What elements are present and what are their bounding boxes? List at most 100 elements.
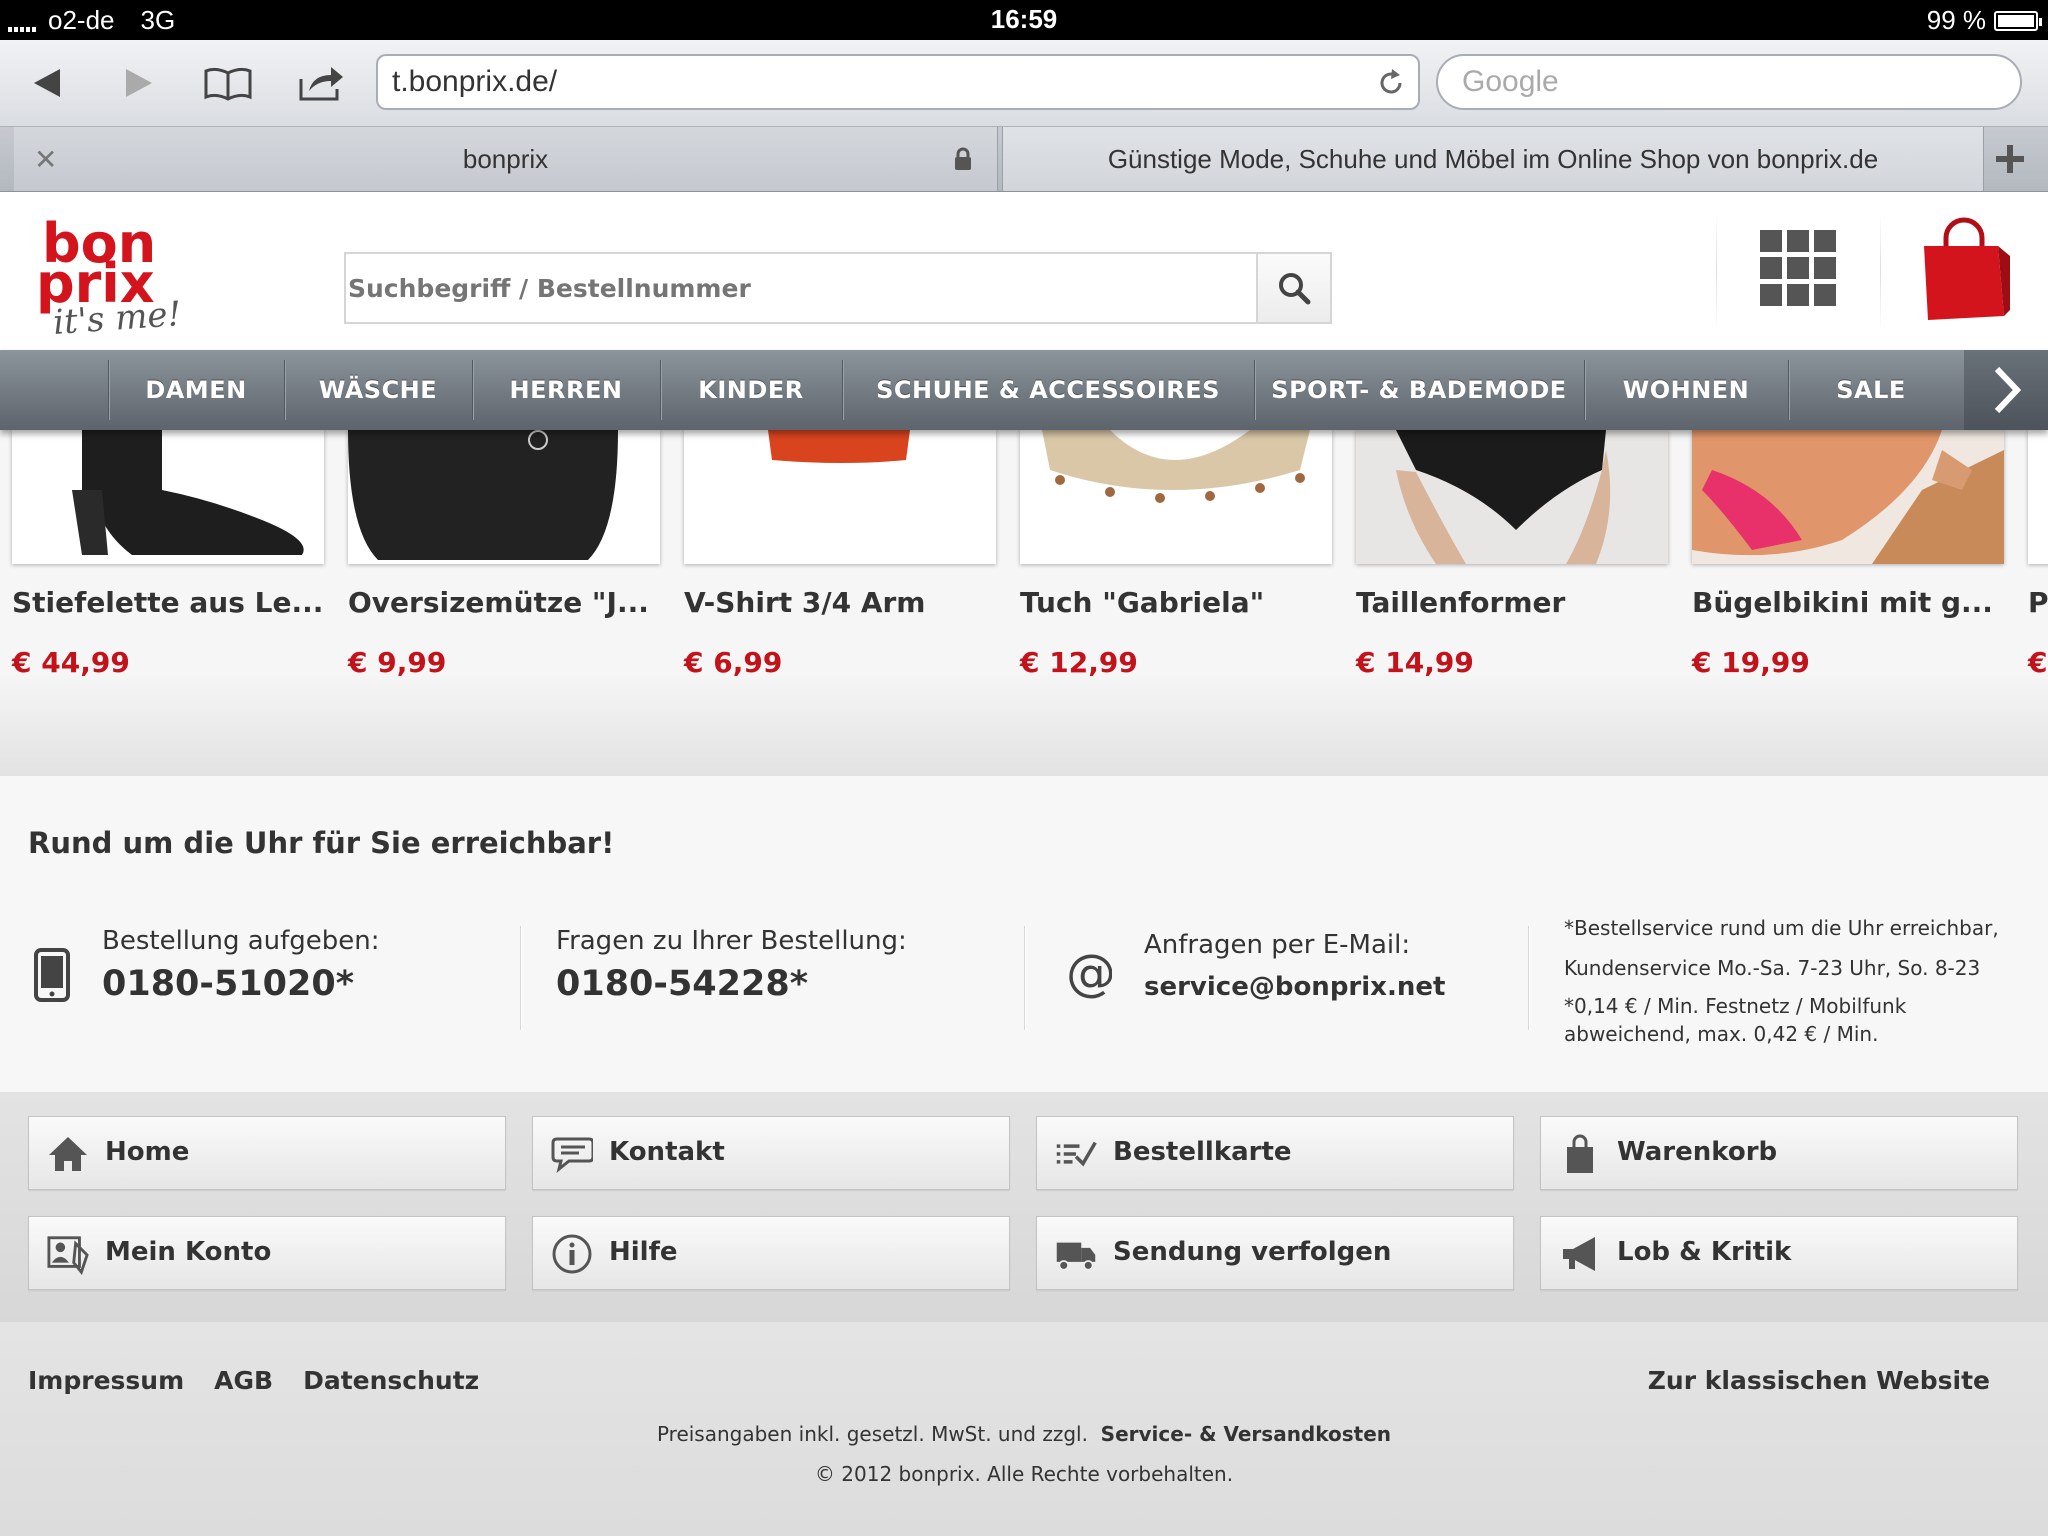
site-search-box	[344, 252, 1262, 324]
header-divider	[1880, 212, 1881, 330]
product-image[interactable]	[684, 430, 996, 564]
email-link[interactable]: service@bonprix.net	[1144, 972, 1445, 1002]
product-image[interactable]	[2028, 430, 2048, 564]
nav-next-button[interactable]	[1964, 350, 2048, 430]
service-info: Rund um die Uhr für Sie erreichbar! Best…	[0, 776, 2048, 1092]
note-line: Kundenservice Mo.-Sa. 7-23 Uhr, So. 8-23	[1564, 956, 1981, 980]
grid-cell	[1814, 257, 1836, 279]
tab-title: Günstige Mode, Schuhe und Möbel im Onlin…	[1107, 143, 1879, 174]
questions-phone[interactable]: 0180-54228*	[556, 964, 907, 1004]
nav-item-waesche[interactable]: WÄSCHE	[284, 350, 472, 430]
grid-cell	[1814, 230, 1836, 252]
feedback-button[interactable]: Lob & Kritik	[1540, 1216, 2018, 1290]
order-card-button[interactable]: Bestellkarte	[1036, 1116, 1514, 1190]
nav-item-wohnen[interactable]: WOHNEN	[1584, 350, 1788, 430]
search-button[interactable]	[1256, 252, 1332, 324]
checklist-icon	[1056, 1141, 1097, 1167]
footer-link-impressum[interactable]: Impressum	[28, 1366, 184, 1395]
note-line: *Bestellservice rund um die Uhr erreichb…	[1564, 916, 1999, 940]
grid-cell	[1787, 230, 1809, 252]
product-name[interactable]: Oversizemütze "J...	[348, 586, 678, 619]
product-image[interactable]	[1020, 430, 1332, 564]
header-divider	[1716, 212, 1717, 330]
contact-button[interactable]: Kontakt	[532, 1116, 1010, 1190]
product-name[interactable]: Stiefelette aus Le...	[12, 586, 342, 619]
product-name[interactable]: V-Shirt 3/4 Arm	[684, 586, 1014, 619]
category-menu-button[interactable]	[1760, 230, 1836, 306]
questions-label: Fragen zu Ihrer Bestellung:	[556, 926, 907, 956]
product-name[interactable]: Tuch "Gabriela"	[1020, 586, 1350, 619]
address-bar[interactable]: t.bonprix.de/	[376, 54, 1420, 110]
nav-item-damen[interactable]: DAMEN	[108, 350, 284, 430]
bonprix-logo[interactable]: bon prix it's me!	[36, 210, 186, 343]
classic-website-link[interactable]: Zur klassischen Website	[1648, 1366, 1990, 1395]
my-account-button[interactable]: Mein Konto	[28, 1216, 506, 1290]
product-image[interactable]	[1692, 430, 2004, 564]
button-label: Mein Konto	[105, 1237, 272, 1267]
open-book-icon	[204, 67, 252, 101]
tab-bonprix-shop[interactable]: Günstige Mode, Schuhe und Möbel im Onlin…	[1002, 127, 1984, 191]
ankle-boot-image	[72, 430, 304, 555]
nav-item-sport-bademode[interactable]: SPORT- & BADEMODE	[1254, 350, 1584, 430]
product-name[interactable]: Taillenformer	[1356, 586, 1686, 619]
site-footer: Impressum AGB Datenschutz Zur klassische…	[0, 1322, 2048, 1536]
product-price: € 6,99	[684, 646, 783, 679]
forward-button[interactable]	[108, 58, 168, 108]
nav-item-herren[interactable]: HERREN	[472, 350, 660, 430]
browser-toolbar: t.bonprix.de/ Google	[0, 40, 2048, 127]
new-tab-plus-icon[interactable]	[1990, 139, 2030, 179]
product-image[interactable]	[348, 430, 660, 564]
mobile-phone-icon	[34, 948, 70, 1002]
product-price: €	[2028, 646, 2048, 679]
bikini-image	[1692, 430, 2004, 564]
home-icon	[49, 1137, 87, 1171]
tab-bar: ✕ bonprix Günstige Mode, Schuhe und Möbe…	[0, 127, 2048, 192]
service-note: *Bestellservice rund um die Uhr erreichb…	[1564, 908, 2034, 1048]
cart-button[interactable]: Warenkorb	[1540, 1116, 2018, 1190]
home-button[interactable]: Home	[28, 1116, 506, 1190]
shapewear-image	[1356, 430, 1668, 564]
shopping-bag-button[interactable]	[1918, 216, 2012, 326]
product-price: € 19,99	[1692, 646, 1810, 679]
back-button[interactable]	[18, 58, 78, 108]
footer-link-agb[interactable]: AGB	[214, 1366, 273, 1395]
product-name[interactable]: P	[2028, 586, 2048, 619]
product-image[interactable]	[1356, 430, 1668, 564]
service-divider	[1528, 926, 1529, 1030]
footer-nav: Home Kontakt Bestellkarte Warenkorb Mein…	[0, 1092, 2048, 1322]
back-arrow-icon	[34, 69, 60, 97]
search-input[interactable]	[346, 254, 1256, 322]
search-icon	[1279, 273, 1311, 305]
questions-contact: Fragen zu Ihrer Bestellung: 0180-54228*	[556, 926, 907, 1004]
reload-icon[interactable]	[1376, 68, 1406, 98]
shopping-bag-icon	[1924, 217, 2010, 320]
nav-item-schuhe-accessoires[interactable]: SCHUHE & ACCESSOIRES	[842, 350, 1254, 430]
bookmarks-button[interactable]	[198, 58, 258, 108]
share-button[interactable]	[292, 58, 352, 108]
tab-bonprix[interactable]: ✕ bonprix	[14, 127, 998, 191]
help-button[interactable]: Hilfe	[532, 1216, 1010, 1290]
speech-bubble-icon	[551, 1137, 593, 1173]
product-carousel[interactable]: Stiefelette aus Le... € 44,99 Oversizemü…	[0, 430, 2048, 776]
logo-image: bon prix it's me!	[36, 212, 183, 343]
footer-link-datenschutz[interactable]: Datenschutz	[303, 1366, 479, 1395]
v-shirt-image	[768, 430, 910, 463]
shipping-costs-link[interactable]: Service- & Versandkosten	[1101, 1422, 1391, 1446]
order-contact: Bestellung aufgeben: 0180-51020*	[102, 926, 380, 1004]
price-disclaimer: Preisangaben inkl. gesetzl. MwSt. und zz…	[0, 1422, 2048, 1446]
grid-cell	[1787, 284, 1809, 306]
order-phone[interactable]: 0180-51020*	[102, 964, 380, 1004]
battery-percent: 99 %	[1926, 5, 1986, 35]
product-image[interactable]	[12, 430, 324, 564]
nav-item-sale[interactable]: SALE	[1788, 350, 1954, 430]
nav-item-kinder[interactable]: KINDER	[660, 350, 842, 430]
search-engine-field[interactable]: Google	[1436, 54, 2022, 110]
track-shipment-button[interactable]: Sendung verfolgen	[1036, 1216, 1514, 1290]
status-bar: o2-de 3G 16:59 99 %	[0, 0, 2048, 40]
logo-tagline: it's me!	[52, 294, 183, 340]
close-tab-icon[interactable]: ✕	[34, 143, 57, 176]
service-headline: Rund um die Uhr für Sie erreichbar!	[28, 826, 615, 860]
button-label: Warenkorb	[1617, 1137, 1778, 1167]
lock-icon	[955, 147, 971, 170]
product-name[interactable]: Bügelbikini mit g...	[1692, 586, 2022, 619]
